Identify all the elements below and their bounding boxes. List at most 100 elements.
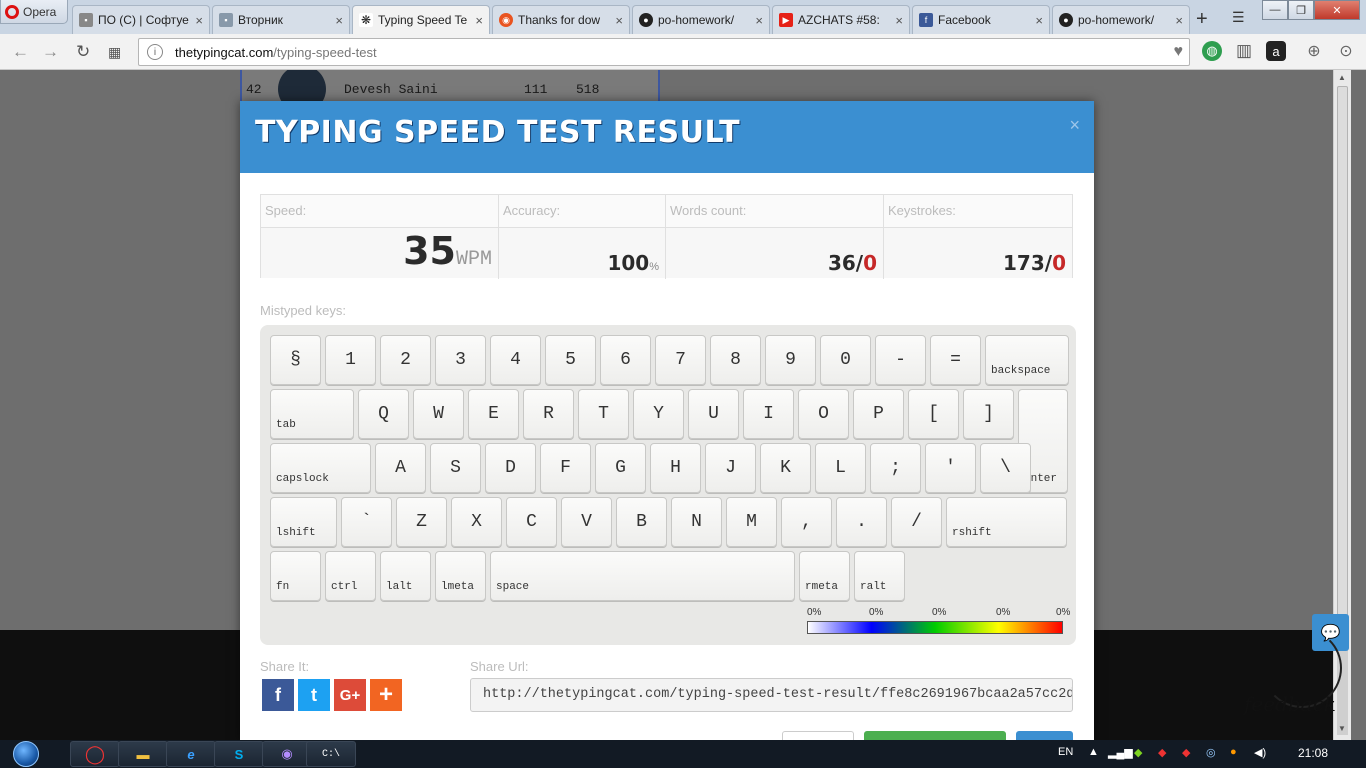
key-o: O [798, 389, 849, 439]
site-info-icon[interactable]: i [147, 44, 163, 60]
mistyped-keys-label: Mistyped keys: [260, 303, 346, 318]
tab-typing-speed[interactable]: ❋ Typing Speed Te × [352, 5, 490, 34]
green-tray-icon[interactable]: ◆ [1134, 746, 1142, 759]
next-button[interactable] [1016, 731, 1073, 740]
key-2: 2 [380, 335, 431, 385]
close-tab-icon[interactable]: × [615, 13, 623, 28]
key-l: L [815, 443, 866, 493]
close-tab-icon[interactable]: × [1035, 13, 1043, 28]
taskbar-skype[interactable]: S [214, 741, 264, 767]
keyboard-heatmap: 0% 0% 0% 0% 0% § 1 2 3 4 5 6 7 8 9 0- = backspace tab… [260, 325, 1076, 645]
taskbar-explorer[interactable]: ▬ [118, 741, 168, 767]
close-tab-icon[interactable]: × [1175, 13, 1183, 28]
clock[interactable]: 21:08 [1298, 746, 1328, 760]
orange-tray-icon[interactable]: ● [1230, 746, 1237, 758]
taskbar-cmd[interactable]: C:\ [306, 741, 356, 767]
key-g: G [595, 443, 646, 493]
key-v: V [561, 497, 612, 547]
reload-icon[interactable]: ↻ [76, 42, 90, 62]
google-plus-share-icon[interactable]: G+ [334, 679, 366, 711]
tab-software[interactable]: ▪ ПО (С) | Софтуе × [72, 5, 210, 34]
maximize-icon[interactable]: ❐ [1288, 0, 1314, 20]
url-domain: thetypingcat.com [175, 44, 274, 60]
key-backspace: backspace [985, 335, 1069, 385]
key-w: W [413, 389, 464, 439]
red-tray-icon-2[interactable]: ◆ [1182, 746, 1190, 759]
stat-keystrokes: Keystrokes: 173/0 [884, 195, 1072, 279]
key-u61: = [930, 335, 981, 385]
stat-label: Keystrokes: [884, 195, 1072, 228]
taskbar-app[interactable]: ◉ [262, 741, 312, 767]
tab-facebook[interactable]: f Facebook × [912, 5, 1050, 34]
taskbar-opera[interactable]: ◯ [70, 741, 120, 767]
facebook-share-icon[interactable]: f [262, 679, 294, 711]
back-icon[interactable]: ← [12, 42, 29, 62]
close-tab-icon[interactable]: × [475, 13, 483, 28]
keystrokes-value: 173/ [1003, 251, 1053, 275]
feedback-link[interactable]: feedback [1244, 692, 1336, 716]
key-i: I [743, 389, 794, 439]
bookmark-heart-icon[interactable]: ♥ [1174, 43, 1184, 61]
scroll-down-icon[interactable]: ▼ [1338, 724, 1346, 733]
legend-tick: 0% [996, 607, 1011, 618]
opera-menu-button[interactable]: Opera [0, 0, 68, 24]
twitter-share-icon[interactable]: t [298, 679, 330, 711]
tab-tuesday[interactable]: ▪ Вторник × [212, 5, 350, 34]
forward-icon[interactable]: → [42, 42, 59, 62]
address-input[interactable]: i thetypingcat.com/typing-speed-test ♥ [138, 38, 1190, 66]
scroll-up-icon[interactable]: ▲ [1338, 73, 1346, 82]
red-tray-icon[interactable]: ◆ [1158, 746, 1166, 759]
network-signal-icon[interactable]: ▂▄▆ [1108, 746, 1133, 759]
modal-close-button[interactable] [782, 731, 854, 740]
close-tab-icon[interactable]: × [895, 13, 903, 28]
key-e: E [468, 389, 519, 439]
tab-po-homework-1[interactable]: ● po-homework/ × [632, 5, 770, 34]
legend-tick: 0% [807, 607, 822, 618]
taskbar-ie[interactable]: e [166, 741, 216, 767]
settings-extension-icon[interactable]: ⊙ [1336, 41, 1356, 61]
key-a: A [375, 443, 426, 493]
close-icon[interactable]: × [1069, 115, 1080, 136]
share-it-label: Share It: [260, 659, 310, 674]
key-6: 6 [600, 335, 651, 385]
close-tab-icon[interactable]: × [755, 13, 763, 28]
key-u46: . [836, 497, 887, 547]
try-again-button[interactable] [864, 731, 1006, 740]
new-tab-icon[interactable]: + [1196, 8, 1208, 31]
show-hidden-icons-icon[interactable]: ▲ [1088, 746, 1099, 758]
minimize-icon[interactable]: — [1262, 0, 1288, 20]
close-tab-icon[interactable]: × [195, 13, 203, 28]
steam-icon[interactable]: ◎ [1206, 746, 1216, 759]
download-extension-icon[interactable]: ⊕ [1304, 41, 1324, 61]
vpn-extension-icon[interactable]: ◍ [1202, 41, 1222, 61]
modal-header: TYPING SPEED TEST RESULT × [240, 101, 1094, 173]
more-share-icon[interactable]: + [370, 679, 402, 711]
skype-icon: S [234, 746, 244, 762]
trash-extension-icon[interactable]: ▥ [1234, 41, 1254, 61]
speed-unit: WPM [455, 248, 492, 271]
share-url-field[interactable]: http://thetypingcat.com/typing-speed-tes… [470, 678, 1073, 712]
close-tab-icon[interactable]: × [335, 13, 343, 28]
key-u92: \ [980, 443, 1031, 493]
console-icon: C:\ [321, 748, 340, 760]
key-ralt: ralt [854, 551, 905, 601]
scrollbar-thumb[interactable] [1337, 86, 1348, 646]
close-window-icon[interactable]: ✕ [1314, 0, 1360, 20]
amazon-extension-icon[interactable]: a [1266, 41, 1286, 61]
image-icon: ▪ [219, 13, 233, 27]
speed-dial-icon[interactable]: ▦ [108, 44, 121, 61]
tab-menu-icon[interactable]: ☰ [1232, 9, 1245, 26]
start-button[interactable] [6, 740, 46, 768]
tab-azchats[interactable]: ▶ AZCHATS #58: × [772, 5, 910, 34]
key-ctrl: ctrl [325, 551, 376, 601]
key-u44: , [781, 497, 832, 547]
volume-icon[interactable]: ◀) [1254, 746, 1266, 759]
language-indicator[interactable]: EN [1058, 746, 1073, 758]
opera-logo-icon [5, 4, 19, 19]
key-5: 5 [545, 335, 596, 385]
key-u45: - [875, 335, 926, 385]
tab-thanks-download[interactable]: ◉ Thanks for dow × [492, 5, 630, 34]
key-capslock: capslock [270, 443, 371, 493]
stat-value: 173/0 [884, 228, 1072, 278]
tab-po-homework-2[interactable]: ● po-homework/ × [1052, 5, 1190, 34]
